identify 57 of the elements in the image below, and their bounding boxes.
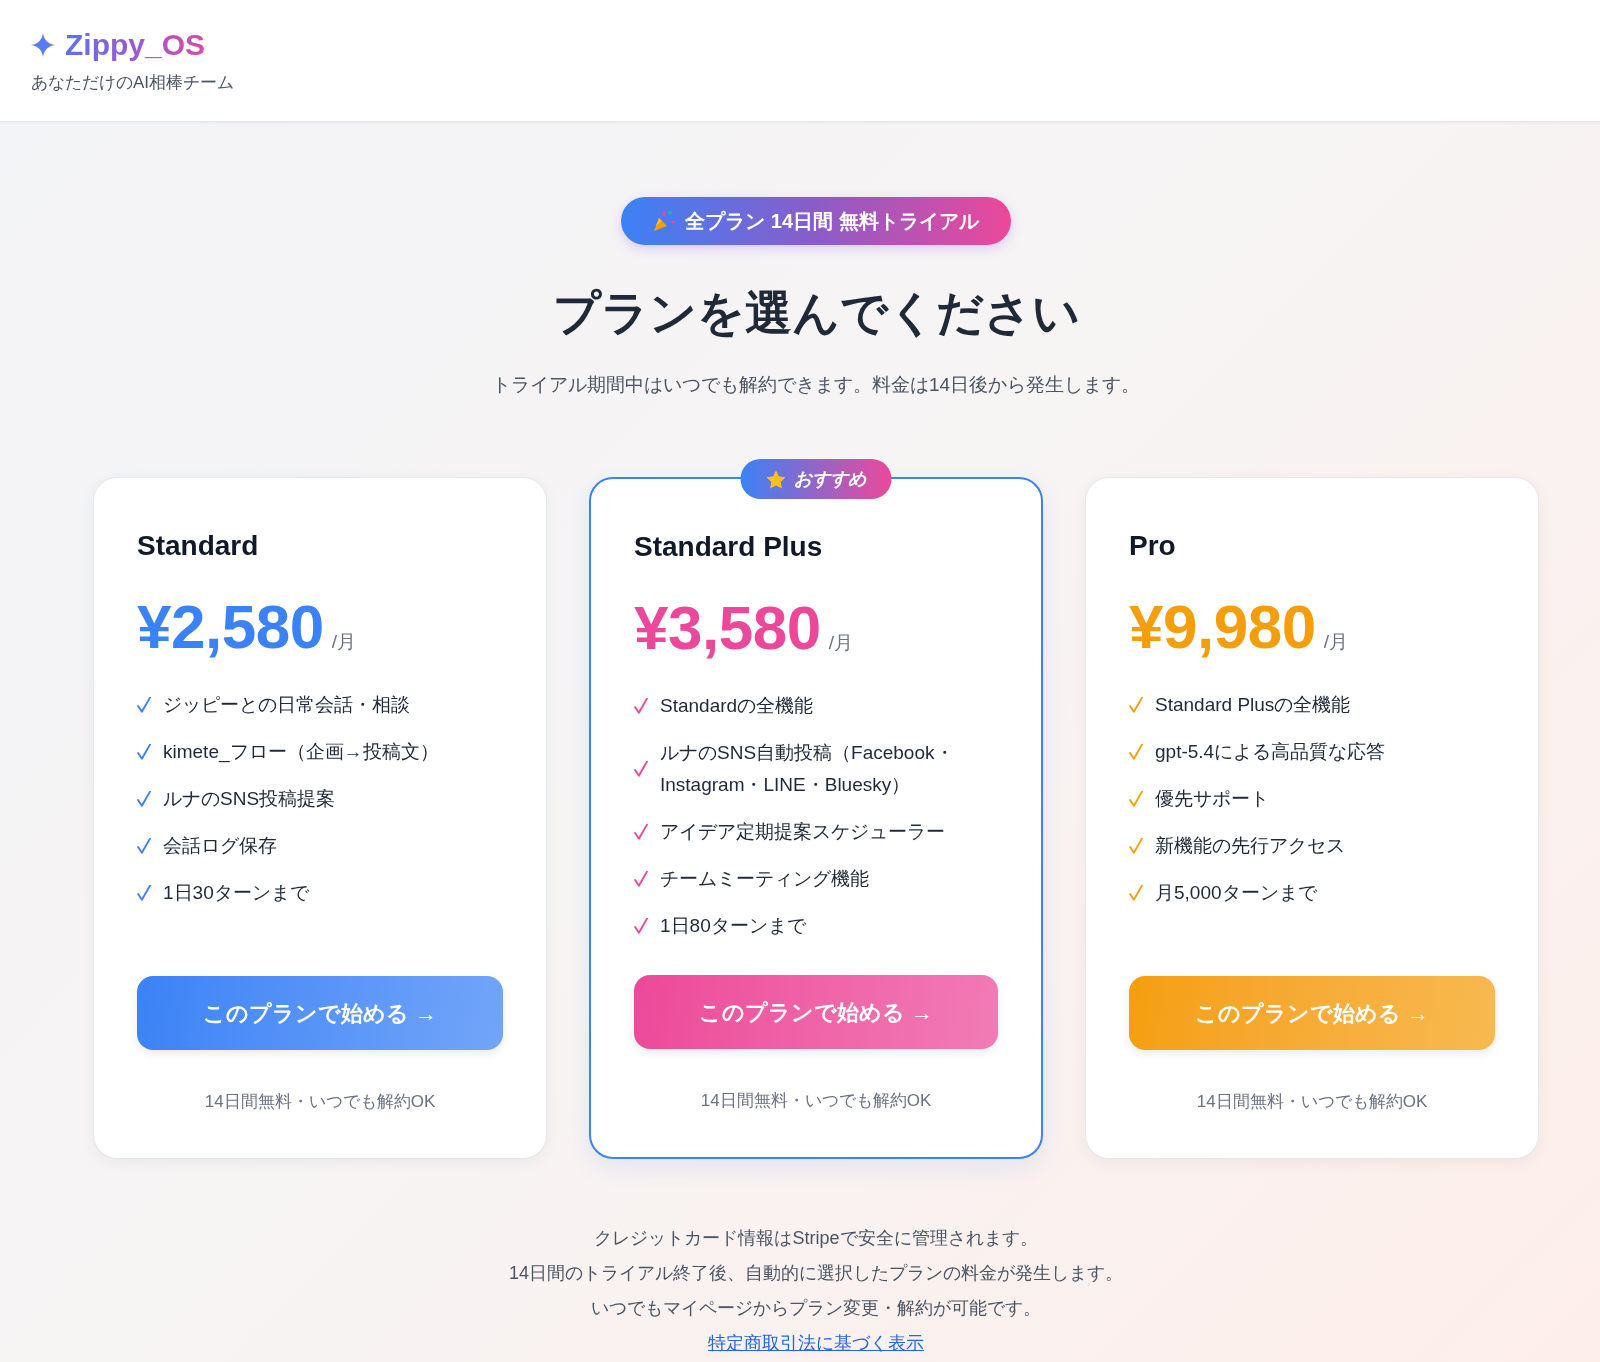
feature-text: ルナのSNS投稿提案 <box>163 787 336 811</box>
feature-text: チームミーティング機能 <box>660 867 869 891</box>
page-subtitle: トライアル期間中はいつでも解約できます。料金は14日後から発生します。 <box>491 373 1141 397</box>
trial-badge-text: 全プラン 14日間 無料トライアル <box>685 209 979 234</box>
feature-text: 新機能の先行アクセス <box>1155 834 1345 858</box>
plan-name: Standard Plus <box>634 530 824 564</box>
feature-text: gpt-5.4による高品質な応答 <box>1155 740 1386 764</box>
logo-tagline: あなただけのAI相棒チーム <box>31 72 236 94</box>
feature-text: ジッピーとの日常会話・相談 <box>163 693 410 717</box>
party-popper-icon <box>653 210 676 232</box>
recommended-badge-text: おすすめ <box>793 468 866 491</box>
check-icon <box>634 871 648 887</box>
footer-note: クレジットカード情報はStripeで安全に管理されます。 <box>594 1227 1038 1250</box>
plan-price: ¥2,580 <box>137 591 324 663</box>
plan-price: ¥3,580 <box>634 592 821 664</box>
check-icon <box>634 824 648 840</box>
footer-note: いつでもマイページからプラン変更・解約が可能です。 <box>591 1297 1041 1320</box>
check-icon <box>1129 885 1143 901</box>
check-icon <box>634 698 648 714</box>
plan-note: 14日間無料・いつでも解約OK <box>1195 1091 1429 1113</box>
check-icon <box>137 697 151 713</box>
check-icon <box>137 885 151 901</box>
start-plan-button[interactable]: このプランで始める → <box>137 976 503 1050</box>
footer-note: 14日間のトライアル終了後、自動的に選択したプランの料金が発生します。 <box>509 1262 1123 1285</box>
feature-text: kimete_フロー（企画→投稿文） <box>163 740 439 765</box>
star-icon <box>766 469 786 489</box>
feature-text: 優先サポート <box>1155 787 1269 811</box>
sparkle-icon <box>31 33 55 57</box>
check-icon <box>137 791 151 807</box>
check-icon <box>137 744 151 760</box>
feature-text: 月5,000ターンまで <box>1155 881 1317 905</box>
price-period: /月 <box>331 630 356 654</box>
feature-text: 1日80ターンまで <box>660 914 806 938</box>
price-period: /月 <box>1323 630 1348 654</box>
check-icon <box>137 838 151 854</box>
feature-text: 1日30ターンまで <box>163 881 309 905</box>
check-icon <box>634 918 648 934</box>
feature-text: アイデア定期提案スケジューラー <box>660 820 945 844</box>
check-icon <box>1129 791 1143 807</box>
price-period: /月 <box>828 631 853 655</box>
page-title: プランを選んでください <box>552 285 1080 341</box>
feature-text: ルナのSNS自動投稿（Facebook・Instagram・LINE・Bluesky） <box>660 741 955 797</box>
feature-text: Standard Plusの全機能 <box>1155 693 1351 717</box>
feature-text: Standardの全機能 <box>660 694 814 718</box>
plan-name: Pro <box>1129 529 1177 563</box>
plan-name: Standard <box>137 529 260 563</box>
start-plan-button[interactable]: このプランで始める → <box>634 975 998 1049</box>
start-plan-button[interactable]: このプランで始める → <box>1129 976 1495 1050</box>
check-icon <box>1129 838 1143 854</box>
legal-notice-link[interactable]: 特定商取引法に基づく表示 <box>708 1326 924 1361</box>
plan-note: 14日間無料・いつでも解約OK <box>203 1091 437 1113</box>
plan-note: 14日間無料・いつでも解約OK <box>699 1090 933 1112</box>
check-icon <box>634 761 648 777</box>
plan-price: ¥9,980 <box>1129 591 1316 663</box>
check-icon <box>1129 744 1143 760</box>
check-icon <box>1129 697 1143 713</box>
feature-text: 会話ログ保存 <box>163 834 277 858</box>
